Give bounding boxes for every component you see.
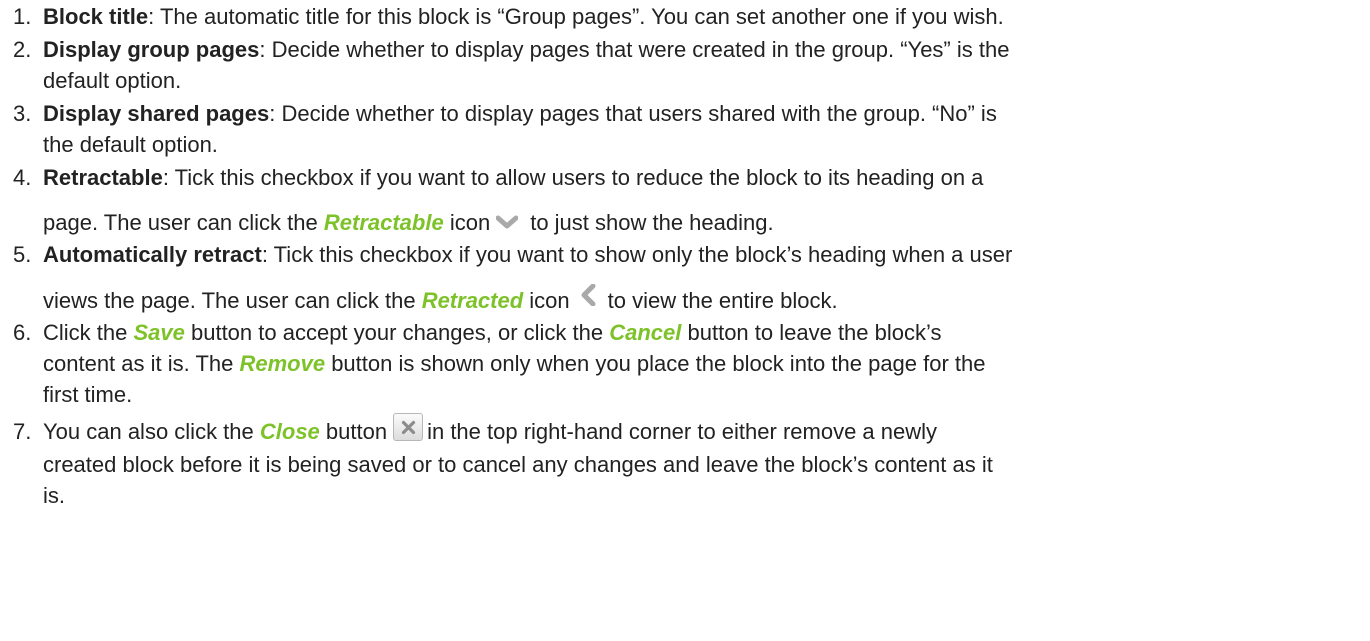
item-text: views the page. The user can click the	[43, 288, 422, 313]
help-document: 1. Block title: The automatic title for …	[0, 0, 1370, 641]
close-icon	[393, 413, 424, 442]
item-number: 1.	[13, 4, 32, 29]
item-text: the default option.	[43, 132, 218, 157]
item-line: page. The user can click the Retractable…	[43, 207, 774, 239]
item-line: is.	[43, 480, 65, 512]
item-text: created block before it is being saved o…	[43, 452, 993, 477]
item-text: first time.	[43, 382, 133, 407]
item-text: : Tick this checkbox if you want to show…	[261, 242, 1013, 267]
item-text: button	[319, 419, 388, 444]
item-line: Block title: The automatic title for thi…	[43, 1, 1004, 33]
item-number: 3.	[13, 101, 32, 126]
item-line: Retractable: Tick this checkbox if you w…	[43, 162, 983, 194]
item-text: : The automatic title for this block is …	[148, 4, 1004, 29]
retractable-term: Retractable	[323, 210, 444, 235]
item-text: is.	[43, 483, 65, 508]
item-line: You can also click the Close button in th…	[43, 413, 938, 448]
item-text: : Decide whether to display pages that u…	[269, 101, 997, 126]
item-text: to view the entire block.	[607, 288, 838, 313]
term-label: Display shared pages	[43, 101, 270, 126]
item-text: : Decide whether to display pages that w…	[259, 37, 1010, 62]
save-term: Save	[133, 320, 185, 345]
item-text: in the top right-hand corner to either r…	[427, 419, 938, 444]
chevron-left-icon	[580, 283, 596, 307]
item-text: default option.	[43, 68, 182, 93]
item-text: icon	[523, 288, 570, 313]
remove-term: Remove	[239, 351, 326, 376]
item-line: created block before it is being saved o…	[43, 449, 993, 481]
chevron-down-icon	[495, 208, 519, 229]
item-text: Click the	[43, 320, 134, 345]
item-text: content as it is. The	[43, 351, 240, 376]
cancel-term: Cancel	[609, 320, 682, 345]
item-number: 7.	[13, 419, 32, 444]
term-label: Block title	[43, 4, 149, 29]
item-line: Display shared pages: Decide whether to …	[43, 98, 997, 130]
item-line: content as it is. The Remove button is s…	[43, 348, 986, 380]
item-text: You can also click the	[43, 419, 260, 444]
item-number: 4.	[13, 165, 32, 190]
item-text: to just show the heading.	[530, 210, 774, 235]
term-label: Automatically retract	[43, 242, 262, 267]
item-text: button to leave the block’s	[681, 320, 942, 345]
term-label: Retractable	[43, 165, 163, 190]
item-line: views the page. The user can click the R…	[43, 283, 838, 317]
item-line: first time.	[43, 379, 132, 411]
item-text: button is shown only when you place the …	[325, 351, 986, 376]
item-text: page. The user can click the	[43, 210, 324, 235]
term-label: Display group pages	[43, 37, 260, 62]
item-line: Click the Save button to accept your cha…	[43, 317, 942, 349]
item-line: the default option.	[43, 129, 218, 161]
close-term: Close	[259, 419, 320, 444]
item-text: icon	[443, 210, 491, 235]
item-number: 2.	[13, 37, 32, 62]
item-line: Automatically retract: Tick this checkbo…	[43, 239, 1012, 271]
item-number: 5.	[13, 242, 32, 267]
item-number: 6.	[13, 320, 32, 345]
item-text: : Tick this checkbox if you want to allo…	[162, 165, 984, 190]
item-line: Display group pages: Decide whether to d…	[43, 34, 1009, 66]
item-text: button to accept your changes, or click …	[184, 320, 610, 345]
retracted-term: Retracted	[421, 288, 524, 313]
item-line: default option.	[43, 65, 181, 97]
